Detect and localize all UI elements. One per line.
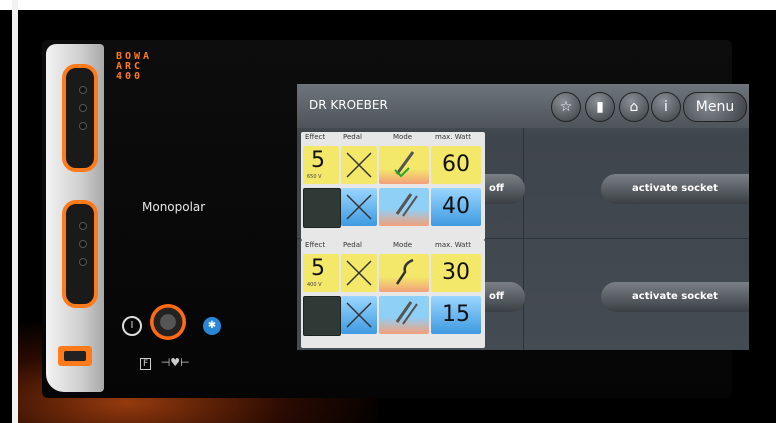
electrode-icon xyxy=(395,301,418,325)
mode-coag-button[interactable] xyxy=(379,188,429,226)
bluetooth-icon[interactable]: ✱ xyxy=(203,317,221,335)
pedal-button-2[interactable] xyxy=(341,188,377,226)
electrode-icon xyxy=(394,151,415,178)
pedal-button[interactable] xyxy=(341,254,377,292)
cross-icon xyxy=(346,260,372,286)
socket-port-2[interactable] xyxy=(62,200,98,308)
watt-value: 60 xyxy=(442,152,470,177)
cross-icon xyxy=(346,152,372,178)
right-border xyxy=(776,0,784,423)
effect-value: 5 xyxy=(311,148,325,173)
max-watt-bottom-button[interactable]: 40 xyxy=(431,188,481,226)
effect-empty-slot xyxy=(303,296,341,336)
top-border xyxy=(0,0,784,10)
channel-header: Effect Pedal Mode max. Watt xyxy=(301,132,485,144)
mode-coag-button[interactable] xyxy=(379,296,429,334)
electrode-icon xyxy=(395,193,418,217)
header-effect: Effect xyxy=(305,133,326,141)
header-max-watt: max. Watt xyxy=(435,133,471,141)
header-max-watt: max. Watt xyxy=(435,241,471,249)
max-watt-top-button[interactable]: 60 xyxy=(431,146,481,184)
brand-line-3: 400 xyxy=(116,71,144,82)
header-effect: Effect xyxy=(305,241,326,249)
socket-pin xyxy=(79,240,87,248)
voltage-value: 400 V xyxy=(307,282,322,288)
effect-level-button[interactable]: 5 400 V xyxy=(303,254,339,292)
photo-frame: BOWA ARC 400 Monopolar I ✱ F ⊣♥⊢ DR KROE… xyxy=(0,0,784,423)
socket-pin xyxy=(79,86,87,94)
channel-header: Effect Pedal Mode max. Watt xyxy=(301,240,485,252)
mode-cut-button[interactable] xyxy=(379,146,429,184)
control-knob[interactable] xyxy=(150,304,186,340)
max-watt-top-button[interactable]: 30 xyxy=(431,254,481,292)
screen-header: DR KROEBER ☆ ▮ ⌂ i Menu xyxy=(297,84,749,128)
pedal-button[interactable] xyxy=(341,146,377,184)
lock-open-icon[interactable]: ⌂ xyxy=(619,92,649,122)
header-pedal: Pedal xyxy=(343,133,362,141)
column-divider xyxy=(523,128,524,350)
mode-label: Monopolar xyxy=(142,200,206,214)
effect-empty-slot xyxy=(303,188,341,228)
watt-value: 40 xyxy=(442,194,470,219)
socket-pin xyxy=(79,258,87,266)
watt-value: 15 xyxy=(442,302,470,327)
touch-screen: DR KROEBER ☆ ▮ ⌂ i Menu Effect Pedal Mod… xyxy=(297,84,749,350)
user-name: DR KROEBER xyxy=(309,98,388,112)
socket-pin xyxy=(79,122,87,130)
activate-socket-button-1[interactable]: activate socket xyxy=(601,174,749,204)
effect-level-button[interactable]: 5 650 V xyxy=(303,146,339,184)
channel-panel-1: Effect Pedal Mode max. Watt 5 650 V 60 4… xyxy=(301,132,485,240)
small-socket-port[interactable] xyxy=(58,346,92,366)
book-icon[interactable]: ▮ xyxy=(585,92,615,122)
socket-pin xyxy=(79,222,87,230)
pedal-button-2[interactable] xyxy=(341,296,377,334)
heart-monitor-icon: ⊣♥⊢ xyxy=(160,356,190,369)
off-button-2[interactable]: off xyxy=(485,282,525,312)
voltage-value: 650 V xyxy=(307,174,322,180)
off-button-1[interactable]: off xyxy=(485,174,525,204)
power-button[interactable]: I xyxy=(122,316,142,336)
activate-socket-button-2[interactable]: activate socket xyxy=(601,282,749,312)
star-icon[interactable]: ☆ xyxy=(551,92,581,122)
mode-cut-button[interactable] xyxy=(379,254,429,292)
info-icon[interactable]: i xyxy=(651,92,681,122)
header-mode: Mode xyxy=(393,241,413,249)
max-watt-bottom-button[interactable]: 15 xyxy=(431,296,481,334)
footer-icons: F ⊣♥⊢ xyxy=(140,356,196,370)
header-mode: Mode xyxy=(393,133,413,141)
left-border xyxy=(12,0,18,423)
brand-logo: BOWA ARC 400 xyxy=(116,52,152,82)
header-pedal: Pedal xyxy=(343,241,362,249)
socket-port-1[interactable] xyxy=(62,64,98,172)
channel-panel-2: Effect Pedal Mode max. Watt 5 400 V 30 1… xyxy=(301,240,485,348)
menu-button[interactable]: Menu xyxy=(683,92,747,122)
socket-pin xyxy=(79,104,87,112)
watt-value: 30 xyxy=(442,260,470,285)
footswitch-icon: F xyxy=(140,358,152,370)
effect-value: 5 xyxy=(311,256,325,281)
cross-icon xyxy=(346,302,372,328)
hook-electrode-icon xyxy=(395,258,414,285)
cross-icon xyxy=(346,194,372,220)
